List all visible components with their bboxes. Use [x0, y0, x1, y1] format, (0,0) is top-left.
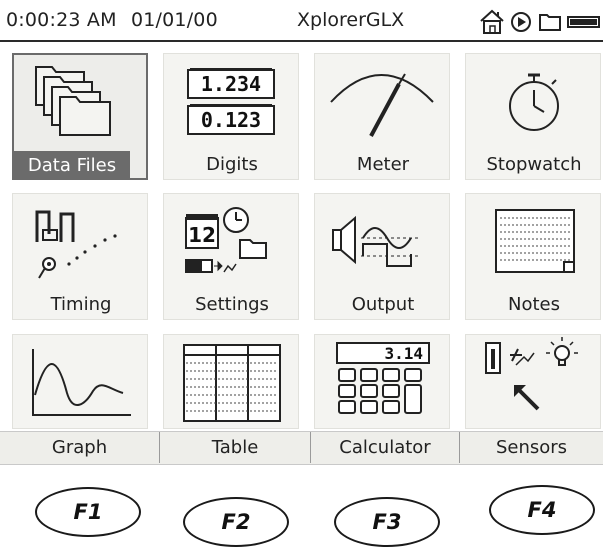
home-icon[interactable]	[478, 5, 506, 37]
status-icons	[470, 5, 603, 39]
tile-label: Stopwatch	[486, 154, 582, 175]
device-screen: 0:00:23 AM 01/01/00 XplorerGLX Data File…	[0, 0, 603, 465]
stopwatch-icon	[509, 73, 559, 131]
tile-settings[interactable]: 12 Settings	[163, 193, 299, 320]
sensors-icon	[485, 337, 578, 411]
meter-icon	[330, 73, 434, 137]
f2-key[interactable]: F2	[183, 497, 289, 547]
tile-label: Output	[351, 294, 415, 315]
tile-label: Notes	[508, 294, 560, 315]
folder-icon[interactable]	[537, 5, 563, 37]
tile-meter[interactable]: Meter	[314, 53, 450, 180]
tile-table[interactable]	[163, 334, 299, 429]
softkey-graph[interactable]: Graph	[0, 432, 160, 463]
tile-label: Meter	[356, 154, 410, 175]
notes-icon	[495, 209, 575, 273]
tile-calculator[interactable]: 3.14	[314, 334, 450, 429]
status-date: 01/01/00	[130, 9, 218, 31]
tile-timing[interactable]: Timing	[12, 193, 148, 320]
play-icon[interactable]	[508, 5, 534, 37]
softkey-calculator[interactable]: Calculator	[311, 432, 460, 463]
folders-icon	[35, 66, 111, 136]
digits-icon: 1.234 0.123	[187, 68, 275, 135]
app-grid: Data Files 1.234 0.123 Digits Meter Stop…	[0, 42, 603, 431]
tile-data-files[interactable]: Data Files	[12, 53, 148, 180]
f1-key[interactable]: F1	[35, 487, 141, 537]
softkey-bar: Graph Table Calculator Sensors	[0, 431, 603, 465]
tile-notes[interactable]: Notes	[465, 193, 601, 320]
tile-sensors[interactable]	[465, 334, 601, 429]
softkey-sensors[interactable]: Sensors	[460, 432, 603, 463]
battery-icon	[567, 16, 600, 28]
timing-icon	[35, 210, 117, 279]
calculator-display: 3.14	[384, 344, 423, 363]
tile-digits[interactable]: 1.234 0.123 Digits	[163, 53, 299, 180]
status-datetime: 0:00:23 AM 01/01/00	[6, 9, 218, 31]
status-bar: 0:00:23 AM 01/01/00 XplorerGLX	[0, 0, 603, 42]
softkey-table[interactable]: Table	[160, 432, 311, 463]
tile-label: Data Files	[14, 151, 130, 180]
calculator-icon: 3.14	[336, 342, 430, 414]
app-title: XplorerGLX	[297, 9, 405, 31]
status-time: 0:00:23 AM	[6, 9, 117, 31]
table-icon	[183, 344, 281, 422]
calendar-number: 12	[188, 223, 216, 247]
tile-stopwatch[interactable]: Stopwatch	[465, 53, 601, 180]
digits-readout-top: 1.234	[201, 72, 261, 96]
tile-graph[interactable]	[12, 334, 148, 429]
settings-icon: 12	[185, 207, 267, 273]
tile-label: Digits	[206, 154, 258, 175]
graph-icon	[32, 349, 131, 416]
tile-label: Timing	[50, 294, 112, 315]
tile-label: Settings	[195, 294, 269, 315]
digits-readout-bottom: 0.123	[201, 108, 261, 132]
output-icon	[332, 215, 419, 267]
f4-key[interactable]: F4	[489, 485, 595, 535]
f3-key[interactable]: F3	[334, 497, 440, 547]
tile-output[interactable]: Output	[314, 193, 450, 320]
